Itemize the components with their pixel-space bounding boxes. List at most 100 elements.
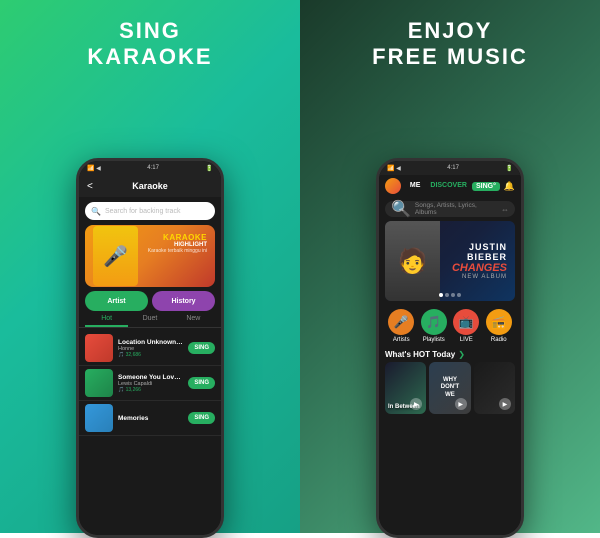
artist-banner[interactable]: 🧑 JUSTIN BIEBER CHANGES NEW ALBUM <box>385 221 515 301</box>
hot-item-3[interactable]: ▶ <box>474 362 515 414</box>
dot-2 <box>445 293 449 297</box>
artists-icon-circle: 🎤 <box>388 309 414 335</box>
sing-button-2[interactable]: SING <box>188 377 215 389</box>
right-panel: ENJOY FREE MUSIC 📶 ◀ 4:17 🔋 ME DISCOVER … <box>300 0 600 533</box>
left-title: SING KARAOKE <box>87 18 212 71</box>
artist-info: JUSTIN BIEBER CHANGES NEW ALBUM <box>440 234 515 288</box>
playlists-label: Playlists <box>423 337 445 343</box>
left-panel: SING KARAOKE 📶 ◀ 4:17 🔋 < Karaoke 🔍 Sear… <box>0 0 300 533</box>
banner-label: KARAOKE <box>148 233 207 242</box>
hot-play-3[interactable]: ▶ <box>499 398 511 410</box>
live-label: LIVE <box>460 337 473 343</box>
status-battery-left: 🔋 <box>206 165 213 172</box>
sing-button-1[interactable]: SING <box>188 342 215 354</box>
song-name-3: Memories <box>118 415 183 422</box>
hot-header: What's HOT Today ❯ <box>379 347 521 362</box>
song-thumbnail-2 <box>85 369 113 397</box>
icon-row: 🎤 Artists 🎵 Playlists 📺 LIVE 📻 Radio <box>379 305 521 347</box>
song-plays-2: 🎵 13,266 <box>118 387 183 393</box>
search-placeholder-left: Search for backing track <box>105 208 180 215</box>
left-title-line1: SING <box>119 18 181 43</box>
search-bar-left[interactable]: 🔍 Search for backing track <box>85 202 215 220</box>
search-bar-right[interactable]: 🔍 Songs, Artists, Lyrics, Albums ⇔ <box>385 201 515 217</box>
nav-tab-discover[interactable]: DISCOVER <box>425 182 472 191</box>
status-time-right: 4:17 <box>447 165 459 171</box>
history-button[interactable]: History <box>152 291 215 311</box>
tab-duet[interactable]: Duet <box>128 315 171 327</box>
right-phone: 📶 ◀ 4:17 🔋 ME DISCOVER SING° 🔔 🔍 Songs, … <box>376 158 524 538</box>
status-bar-right: 📶 ◀ 4:17 🔋 <box>379 161 521 175</box>
category-buttons: Artist History <box>85 291 215 311</box>
left-title-line2: KARAOKE <box>87 44 212 69</box>
banner-dots <box>439 293 461 297</box>
search-icon-right: 🔍 <box>391 199 411 219</box>
song-info-1: Location Unknown ♩ (B... Honne 🎵 32,686 <box>118 339 183 358</box>
back-button[interactable]: < <box>87 181 93 192</box>
left-phone: 📶 ◀ 4:17 🔋 < Karaoke 🔍 Search for backin… <box>76 158 224 538</box>
radio-icon-circle: 📻 <box>486 309 512 335</box>
artist-banner-bg: 🧑 JUSTIN BIEBER CHANGES NEW ALBUM <box>385 221 515 301</box>
hot-grid: In Between ▶ WHYDON'TWE ▶ ▶ <box>379 362 521 414</box>
hot-arrow[interactable]: ❯ <box>458 350 465 359</box>
karaoke-title: Karaoke <box>132 181 168 191</box>
song-plays-1: 🎵 32,686 <box>118 352 183 358</box>
dot-4 <box>457 293 461 297</box>
karaoke-header: < Karaoke <box>79 175 221 197</box>
tab-new[interactable]: New <box>172 315 215 327</box>
status-signal-right: 📶 ◀ <box>387 165 401 172</box>
status-time-left: 4:17 <box>147 165 159 171</box>
nav-tab-me[interactable]: ME <box>405 182 426 191</box>
song-item-3[interactable]: Memories SING <box>79 401 221 436</box>
hot-item-1[interactable]: In Between ▶ <box>385 362 426 414</box>
live-icon-circle: 📺 <box>453 309 479 335</box>
karaoke-banner[interactable]: KARAOKE HIGHLIGHT Karaoke terbaik minggu… <box>85 225 215 287</box>
album-name: CHANGES <box>448 262 507 274</box>
banner-desc: Karaoke terbaik minggu ini <box>148 248 207 254</box>
song-list: Location Unknown ♩ (B... Honne 🎵 32,686 … <box>79 331 221 535</box>
album-label: NEW ALBUM <box>448 274 507 280</box>
artist-figure: 🧑 <box>385 221 440 301</box>
status-signal-left: 📶 ◀ <box>87 165 101 172</box>
right-title-line1: ENJOY <box>408 18 493 43</box>
left-phone-screen: 📶 ◀ 4:17 🔋 < Karaoke 🔍 Search for backin… <box>79 161 221 535</box>
artist-button[interactable]: Artist <box>85 291 148 311</box>
artist-name: JUSTIN BIEBER <box>448 242 507 262</box>
hot-play-2[interactable]: ▶ <box>455 398 467 410</box>
song-thumbnail-3 <box>85 404 113 432</box>
right-phone-screen: 📶 ◀ 4:17 🔋 ME DISCOVER SING° 🔔 🔍 Songs, … <box>379 161 521 535</box>
banner-figure <box>93 226 138 286</box>
right-nav: ME DISCOVER SING° 🔔 <box>379 175 521 197</box>
icon-item-radio[interactable]: 📻 Radio <box>486 309 512 343</box>
right-title: ENJOY FREE MUSIC <box>372 18 528 71</box>
expand-icon: ⇔ <box>501 205 509 214</box>
icon-item-artists[interactable]: 🎤 Artists <box>388 309 414 343</box>
status-bar-left: 📶 ◀ 4:17 🔋 <box>79 161 221 175</box>
search-icon-left: 🔍 <box>91 207 101 216</box>
playlists-icon-circle: 🎵 <box>421 309 447 335</box>
nav-avatar[interactable] <box>385 178 401 194</box>
banner-text: KARAOKE HIGHLIGHT Karaoke terbaik minggu… <box>148 233 207 254</box>
song-name-2: Someone You Loved Score <box>118 374 183 381</box>
hot-item-2[interactable]: WHYDON'TWE ▶ <box>429 362 470 414</box>
right-title-line2: FREE MUSIC <box>372 44 528 69</box>
dot-1 <box>439 293 443 297</box>
sing-button-3[interactable]: SING <box>188 412 215 424</box>
song-info-2: Someone You Loved Score Lewis Capaldi 🎵 … <box>118 374 183 393</box>
status-battery-right: 🔋 <box>506 165 513 172</box>
tab-row: Hot Duet New <box>79 315 221 328</box>
song-item-2[interactable]: Someone You Loved Score Lewis Capaldi 🎵 … <box>79 366 221 401</box>
nav-tabs: ME DISCOVER SING° <box>401 182 504 191</box>
bell-icon[interactable]: 🔔 <box>504 181 515 192</box>
song-item[interactable]: Location Unknown ♩ (B... Honne 🎵 32,686 … <box>79 331 221 366</box>
icon-item-live[interactable]: 📺 LIVE <box>453 309 479 343</box>
dot-3 <box>451 293 455 297</box>
search-placeholder-right: Songs, Artists, Lyrics, Albums <box>415 202 497 216</box>
song-thumbnail-1 <box>85 334 113 362</box>
song-name-1: Location Unknown ♩ (B... <box>118 339 183 346</box>
nav-tab-sing[interactable]: SING° <box>472 182 500 191</box>
hot-title: What's HOT Today <box>385 350 455 359</box>
song-info-3: Memories <box>118 415 183 422</box>
icon-item-playlists[interactable]: 🎵 Playlists <box>421 309 447 343</box>
artists-label: Artists <box>393 337 410 343</box>
tab-hot[interactable]: Hot <box>85 315 128 327</box>
